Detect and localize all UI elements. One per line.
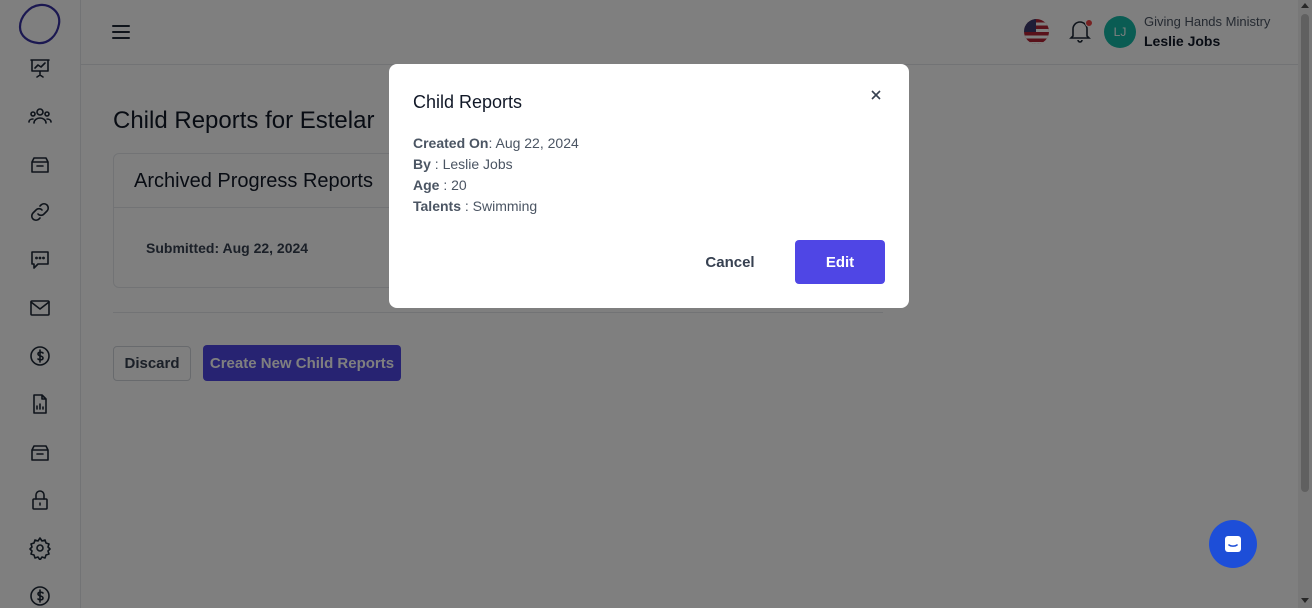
talents-value: : Swimming <box>460 198 538 214</box>
talents-label: Talents <box>413 198 461 214</box>
age-value: : 20 <box>439 177 467 193</box>
chat-icon <box>1225 536 1241 552</box>
by-value: : Leslie Jobs <box>430 156 513 172</box>
created-on-label: Created On <box>413 135 489 151</box>
close-icon[interactable] <box>869 88 887 106</box>
cancel-button[interactable]: Cancel <box>690 240 770 284</box>
chat-support-button[interactable] <box>1209 520 1257 568</box>
modal-title: Child Reports <box>413 92 523 112</box>
age-row: Age : 20 <box>413 177 467 193</box>
created-on-row: Created On: Aug 22, 2024 <box>413 135 579 151</box>
by-label: By <box>413 156 431 172</box>
created-on-value: : Aug 22, 2024 <box>488 135 579 151</box>
by-row: By : Leslie Jobs <box>413 156 513 172</box>
edit-button[interactable]: Edit <box>795 240 885 284</box>
age-label: Age <box>413 177 440 193</box>
child-reports-modal: Child Reports Created On: Aug 22, 2024 B… <box>389 64 909 308</box>
talents-row: Talents : Swimming <box>413 198 537 214</box>
